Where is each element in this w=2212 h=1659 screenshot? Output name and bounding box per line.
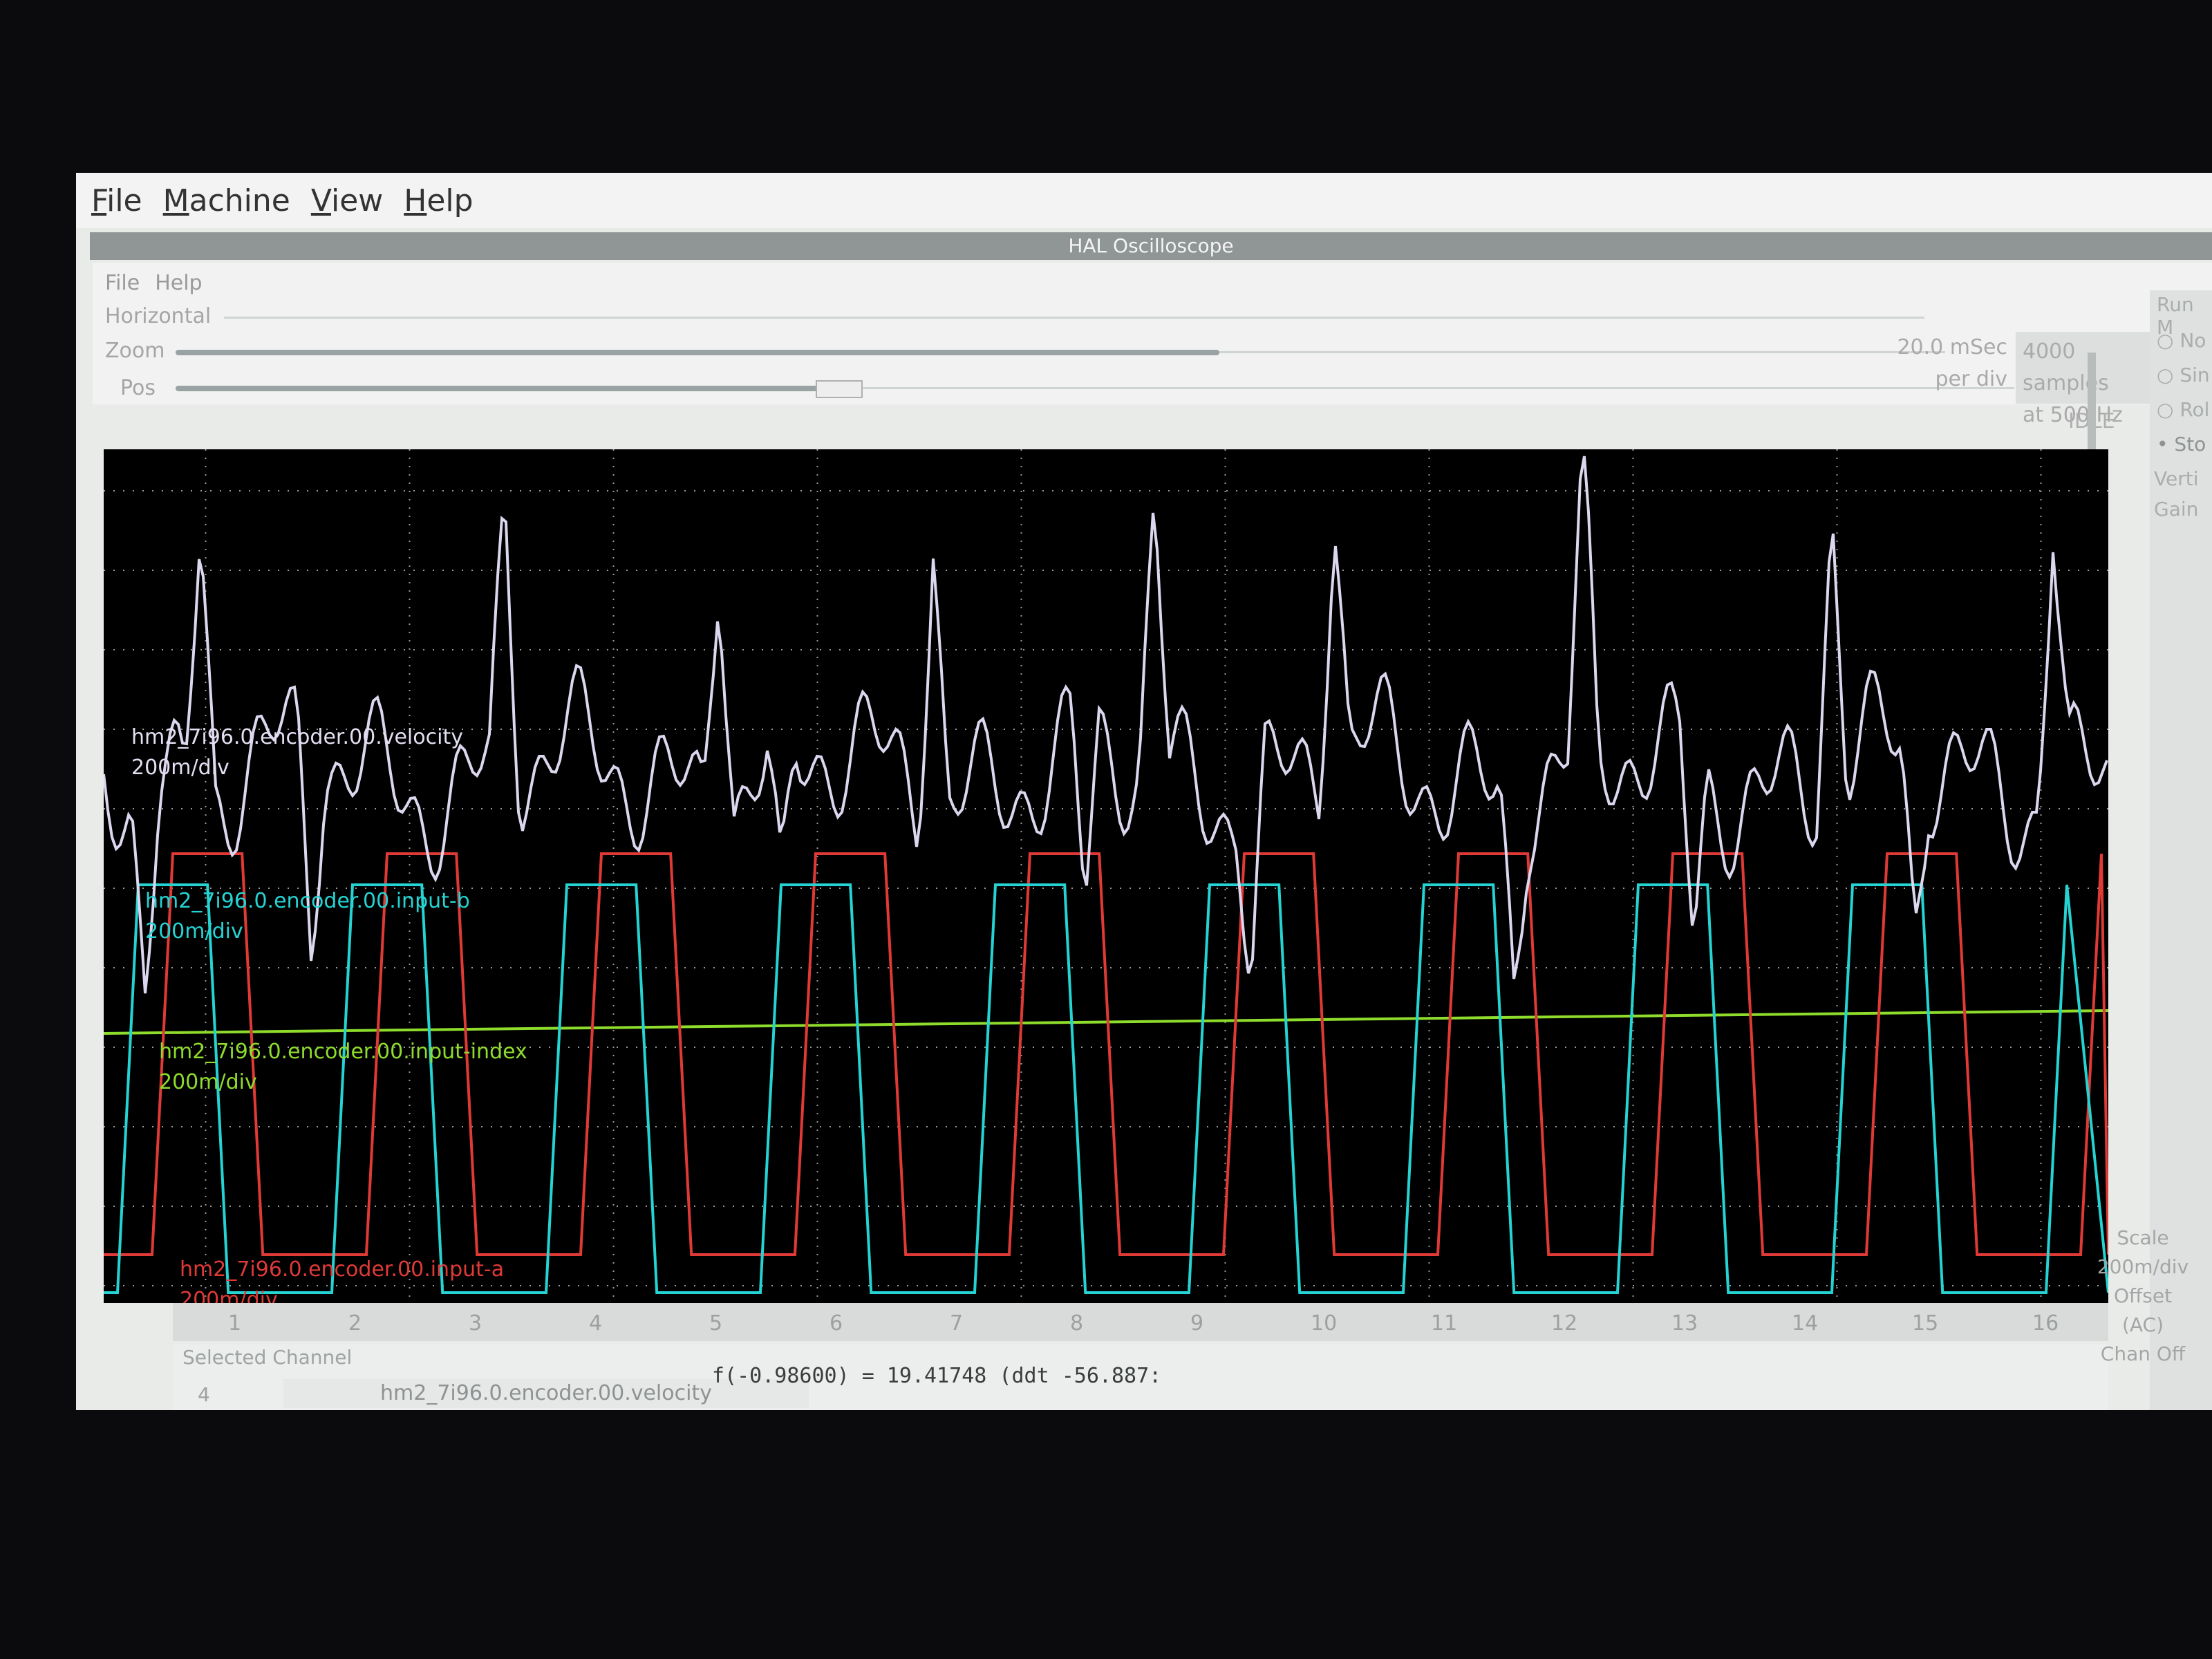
division-number: 10 — [1311, 1311, 1338, 1335]
menu-view[interactable]: View — [311, 183, 383, 218]
run-mode-stop[interactable]: • Sto — [2157, 433, 2206, 456]
scope-display[interactable]: hm2_7i96.0.encoder.00.velocity 200m/div … — [104, 449, 2108, 1303]
selected-channel-number: 4 — [198, 1383, 210, 1406]
division-number: 11 — [1431, 1311, 1458, 1335]
division-number: 4 — [589, 1311, 603, 1335]
zoom-label: Zoom — [105, 339, 165, 363]
pos-slider-thumb[interactable] — [816, 380, 863, 398]
vertical-title: Verti — [2154, 467, 2199, 490]
division-number: 14 — [1792, 1311, 1819, 1335]
pos-slider[interactable] — [176, 386, 825, 391]
division-number: 9 — [1190, 1311, 1204, 1335]
channel-label-input-b[interactable]: hm2_7i96.0.encoder.00.input-b 200m/div — [145, 886, 470, 947]
vertical-scale-info: Scale 200m/div Offset (AC) Chan Off — [2074, 1224, 2212, 1389]
division-number: 7 — [950, 1311, 964, 1335]
gain-label: Gain — [2154, 498, 2199, 521]
division-numbers: 1 2 3 4 5 6 7 8 9 10 11 12 13 14 15 16 — [173, 1303, 2108, 1341]
scope-title-bar: HAL Oscilloscope — [90, 232, 2212, 260]
offset-label: Offset — [2113, 1284, 2173, 1307]
chan-off-button[interactable]: Chan Off — [2074, 1340, 2212, 1369]
selected-channel-value: f(-0.98600) = 19.41748 (ddt -56.887: — [712, 1364, 1162, 1388]
run-mode-roll[interactable]: ○ Rol — [2157, 398, 2209, 421]
horizontal-frame-line — [224, 317, 1924, 319]
scope-menu-bar: File Help — [105, 271, 203, 295]
zoom-slider[interactable] — [176, 350, 1219, 355]
division-number: 1 — [228, 1311, 242, 1335]
menu-help[interactable]: Help — [404, 183, 473, 218]
division-number: 6 — [830, 1311, 843, 1335]
division-number: 15 — [1912, 1311, 1939, 1335]
scope-grid — [104, 449, 2108, 1303]
pos-label: Pos — [120, 376, 156, 400]
menu-file[interactable]: File — [91, 183, 142, 218]
channel-label-velocity[interactable]: hm2_7i96.0.encoder.00.velocity 200m/div — [131, 722, 463, 783]
division-number: 5 — [709, 1311, 723, 1335]
horizontal-controls: File Help Horizontal Zoom Pos 20.0 mSec … — [93, 263, 2212, 433]
division-number: 12 — [1551, 1311, 1578, 1335]
selected-channel-panel: Selected Channel 4 hm2_7i96.0.encoder.00… — [173, 1344, 2108, 1410]
division-number: 13 — [1671, 1311, 1698, 1335]
menu-machine[interactable]: Machine — [163, 183, 290, 218]
horizontal-label: Horizontal — [105, 304, 212, 328]
trace-input-index — [104, 1009, 2108, 1035]
offset-value: (AC) — [2121, 1313, 2164, 1336]
division-number: 16 — [2032, 1311, 2059, 1335]
app-menu-bar: File Machine View Help — [76, 173, 2212, 228]
channel-label-input-index[interactable]: hm2_7i96.0.encoder.00.input-index 200m/d… — [159, 1037, 527, 1098]
run-mode-single[interactable]: ○ Sin — [2157, 364, 2210, 386]
scale-value: 200m/div — [2097, 1255, 2189, 1278]
selected-channel-title: Selected Channel — [182, 1346, 353, 1369]
scale-label: Scale — [2117, 1226, 2169, 1249]
division-number: 8 — [1070, 1311, 1084, 1335]
channel-label-input-a[interactable]: hm2_7i96.0.encoder.00.input-a 200m/div — [180, 1255, 504, 1303]
division-number: 2 — [348, 1311, 362, 1335]
scope-menu-file[interactable]: File — [105, 271, 140, 295]
scope-traces — [104, 449, 2108, 1303]
scope-menu-help[interactable]: Help — [155, 271, 202, 295]
division-number: 3 — [469, 1311, 482, 1335]
horizontal-rate: 20.0 mSec per div — [1897, 335, 2007, 391]
run-mode-normal[interactable]: ○ No — [2157, 329, 2206, 352]
